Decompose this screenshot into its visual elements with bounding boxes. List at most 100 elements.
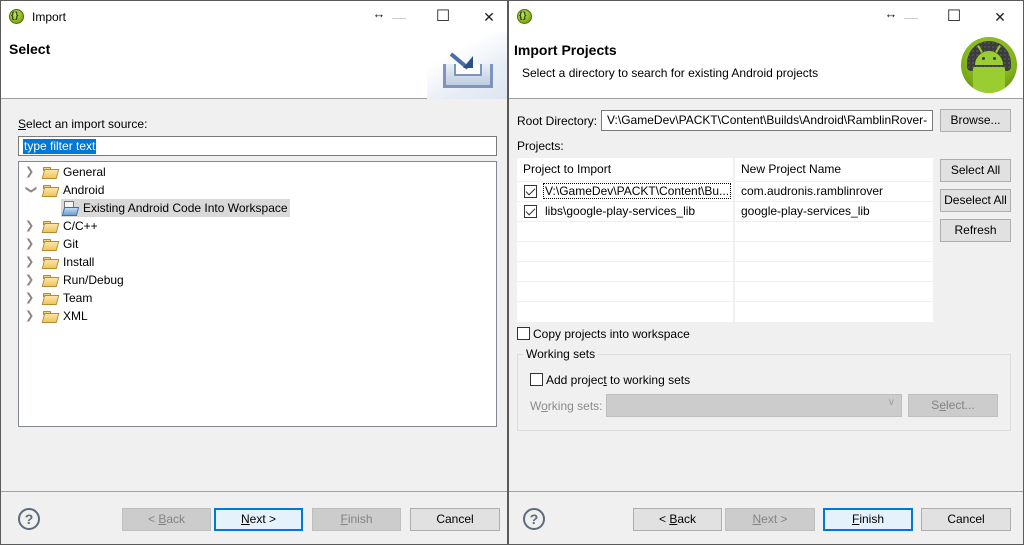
- chevron-right-icon[interactable]: ❯: [25, 289, 35, 307]
- empty-row: [517, 281, 933, 301]
- folder-icon: [43, 167, 58, 178]
- back-prefix: <: [147, 512, 159, 526]
- label-part: lect...: [946, 398, 975, 412]
- tree-item-git[interactable]: ❯ Git: [19, 235, 496, 253]
- root-directory-input[interactable]: V:\GameDev\PACKT\Content\Builds\Android\…: [601, 110, 933, 131]
- import-wizard-icon: [427, 32, 507, 99]
- project-path: V:\GameDev\PACKT\Content\Bu...: [542, 183, 732, 199]
- maximize-button[interactable]: ☐: [944, 7, 964, 27]
- wizard-header: Import Projects Select a directory to se…: [509, 32, 1023, 99]
- label-part: rking sets:: [547, 399, 603, 413]
- finish-button[interactable]: Finish: [312, 508, 401, 531]
- add-to-working-sets-checkbox[interactable]: [530, 373, 543, 386]
- back-button[interactable]: < Back: [633, 508, 722, 531]
- resize-icon[interactable]: ↔: [881, 4, 901, 24]
- next-button[interactable]: Next >: [725, 508, 815, 531]
- project-name: google-play-services_lib: [741, 204, 870, 218]
- mnemonic: N: [240, 512, 250, 526]
- help-icon[interactable]: ?: [18, 508, 40, 530]
- window-title: Import: [32, 10, 67, 24]
- working-sets-select-button[interactable]: Select...: [908, 394, 998, 417]
- column-header-new-name[interactable]: New Project Name: [735, 158, 933, 180]
- tree-item-existing-android-code[interactable]: Existing Android Code Into Workspace: [19, 199, 496, 217]
- maximize-button[interactable]: ☐: [433, 7, 453, 27]
- working-sets-combo[interactable]: ∨: [606, 394, 902, 417]
- projects-label: Projects:: [517, 139, 564, 153]
- back-prefix: <: [658, 512, 670, 526]
- chevron-right-icon[interactable]: ❯: [25, 217, 35, 235]
- android-logo-icon: [961, 37, 1017, 93]
- browse-button[interactable]: Browse...: [940, 109, 1011, 132]
- help-icon[interactable]: ?: [523, 508, 545, 530]
- tree-item-team[interactable]: ❯ Team: [19, 289, 496, 307]
- chevron-right-icon[interactable]: ❯: [25, 235, 35, 253]
- next-button[interactable]: Next >: [214, 508, 303, 531]
- working-sets-group-title: Working sets: [523, 347, 599, 361]
- filter-input-value: type filter text: [23, 139, 97, 154]
- minimize-button[interactable]: —: [901, 7, 921, 27]
- tree-item-general[interactable]: ❯ General: [19, 163, 496, 181]
- cancel-button[interactable]: Cancel: [921, 508, 1011, 531]
- tree-item-label: Existing Android Code Into Workspace: [83, 201, 288, 215]
- label-part: W: [530, 399, 542, 413]
- tree-item-cpp[interactable]: ❯ C/C++: [19, 217, 496, 235]
- table-row[interactable]: V:\GameDev\PACKT\Content\Bu... com.audro…: [517, 181, 933, 201]
- next-label: ext >: [761, 512, 788, 526]
- projects-table[interactable]: Project to Import New Project Name V:\Ga…: [517, 158, 933, 322]
- mnemonic: F: [340, 512, 348, 526]
- chevron-right-icon[interactable]: ❯: [25, 253, 35, 271]
- close-button[interactable]: ✕: [990, 7, 1010, 27]
- finish-button[interactable]: Finish: [823, 508, 913, 531]
- finish-label: inish: [347, 512, 373, 526]
- empty-row: [517, 241, 933, 261]
- filter-input[interactable]: type filter text: [18, 136, 497, 156]
- column-header-project[interactable]: Project to Import: [517, 158, 733, 180]
- refresh-button[interactable]: Refresh: [940, 219, 1011, 242]
- project-path: libs\google-play-services_lib: [545, 204, 696, 218]
- tree-item-label: General: [63, 165, 106, 179]
- row-checkbox[interactable]: [524, 185, 537, 198]
- android-eye: [993, 57, 996, 60]
- close-button[interactable]: ✕: [479, 7, 499, 27]
- table-row[interactable]: libs\google-play-services_lib google-pla…: [517, 201, 933, 221]
- wizard-footer: ? < Back Next > Finish Cancel: [509, 491, 1023, 544]
- project-name: com.audronis.ramblinrover: [741, 184, 884, 198]
- mnemonic: o: [541, 399, 548, 413]
- chevron-right-icon[interactable]: ❯: [25, 163, 35, 181]
- deselect-all-button[interactable]: Deselect All: [940, 189, 1011, 212]
- page-title: Select: [9, 41, 51, 57]
- android-body: [973, 67, 1005, 93]
- chevron-right-icon[interactable]: ❯: [25, 271, 35, 289]
- minimize-button[interactable]: —: [389, 7, 409, 27]
- chevron-down-icon: ∨: [887, 397, 895, 408]
- eclipse-app-icon: [517, 9, 532, 24]
- import-source-label: Select an import source:: [18, 117, 147, 131]
- select-all-button[interactable]: Select All: [940, 159, 1011, 182]
- row-checkbox[interactable]: [524, 205, 537, 218]
- chevron-right-icon[interactable]: ❯: [25, 307, 35, 325]
- import-source-tree[interactable]: ❯ General ❯ Android Existing Android Cod…: [18, 161, 497, 427]
- mnemonic: S: [18, 117, 27, 131]
- next-label: ext >: [249, 512, 277, 526]
- tree-item-run-debug[interactable]: ❯ Run/Debug: [19, 271, 496, 289]
- back-button[interactable]: < Back: [122, 508, 211, 531]
- tree-item-install[interactable]: ❯ Install: [19, 253, 496, 271]
- title-bar: Import ↔ — ☐ ✕: [1, 1, 507, 32]
- root-directory-label: Root Directory:: [517, 114, 598, 128]
- folder-icon: [43, 257, 58, 268]
- resize-icon[interactable]: ↔: [369, 4, 389, 24]
- folder-icon: [43, 293, 58, 304]
- label-part: Add projec: [546, 373, 604, 387]
- chevron-down-icon[interactable]: ❯: [22, 185, 40, 195]
- empty-row: [517, 221, 933, 241]
- copy-projects-checkbox[interactable]: [517, 327, 530, 340]
- tree-item-android[interactable]: ❯ Android: [19, 181, 496, 199]
- tree-item-xml[interactable]: ❯ XML: [19, 307, 496, 325]
- tree-item-label: Git: [63, 237, 79, 251]
- tree-item-label: Install: [63, 255, 95, 269]
- tree-item-label: Run/Debug: [63, 273, 124, 287]
- eclipse-app-icon: [9, 9, 24, 24]
- import-source-label-text: elect an import source:: [26, 117, 148, 131]
- back-label: ack: [677, 512, 697, 526]
- cancel-button[interactable]: Cancel: [410, 508, 500, 531]
